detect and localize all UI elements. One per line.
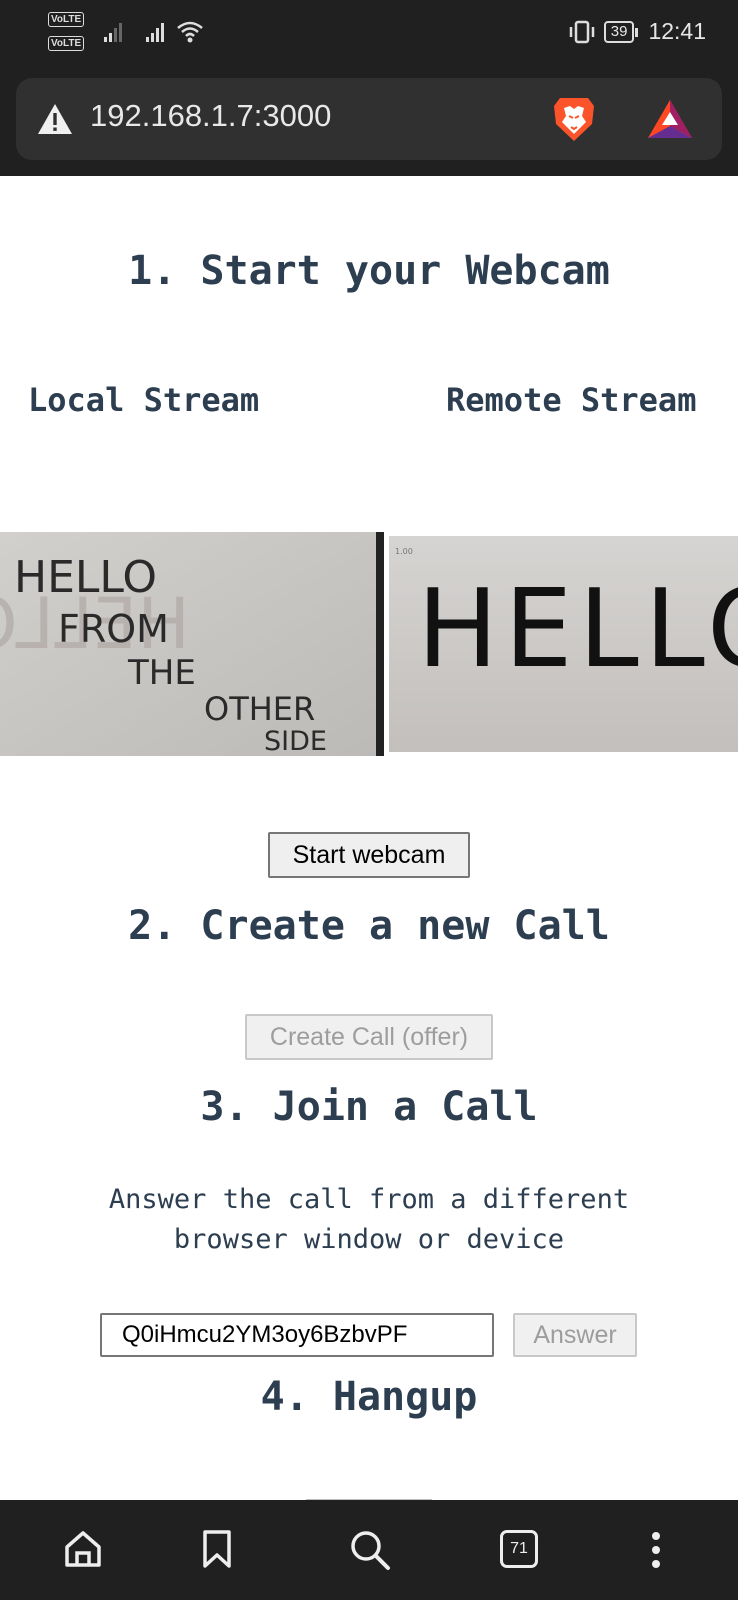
clock: 12:41: [648, 18, 706, 44]
local-text-line-2: FROM: [58, 607, 169, 651]
tab-switcher-button[interactable]: 71: [500, 1530, 538, 1568]
bookmark-icon[interactable]: [200, 1528, 234, 1570]
address-bar[interactable]: 192.168.1.7:3000: [16, 78, 722, 160]
local-text-line-1: HELLO: [14, 552, 157, 603]
heading-create-call: 2. Create a new Call: [128, 903, 610, 949]
home-icon[interactable]: [62, 1528, 104, 1570]
remote-stream-label: Remote Stream: [446, 381, 697, 419]
signal-1-icon: [104, 22, 122, 42]
vibrate-icon: [569, 20, 594, 43]
answer-button[interactable]: Answer: [513, 1313, 637, 1357]
sim2-volte-badge: VoLTE: [48, 36, 85, 51]
search-icon[interactable]: [348, 1528, 392, 1572]
local-text-line-4: OTHER: [204, 690, 315, 728]
page-content: 1. Start your Webcam Local Stream Remote…: [0, 176, 738, 1500]
bat-triangle-icon[interactable]: [646, 98, 694, 140]
wifi-icon: [177, 21, 203, 43]
battery-indicator: 39: [603, 20, 639, 43]
brave-lion-icon[interactable]: [550, 94, 598, 144]
warning-icon[interactable]: [36, 102, 74, 136]
sim1-volte-badge: VoLTE: [48, 12, 85, 27]
heading-start-webcam: 1. Start your Webcam: [128, 248, 610, 294]
join-description-line-1: Answer the call from a different: [108, 1184, 630, 1215]
local-stream-label: Local Stream: [28, 381, 260, 419]
create-call-button[interactable]: Create Call (offer): [245, 1014, 493, 1060]
url-text[interactable]: 192.168.1.7:3000: [90, 98, 331, 134]
browser-bottom-bar: 71: [0, 1500, 738, 1600]
local-video[interactable]: HELLO HELLO FROM THE OTHER SIDE: [0, 532, 384, 756]
local-text-line-3: THE: [127, 653, 196, 693]
remote-video[interactable]: 1.00 HELLO: [389, 536, 738, 752]
local-text-line-5: SIDE: [264, 726, 327, 756]
signal-2-icon: [146, 22, 164, 42]
status-bar: VoLTE VoLTE 39 12:41: [0, 0, 738, 68]
remote-video-text: HELLO: [417, 567, 738, 692]
remote-video-overlay: 1.00: [395, 547, 413, 556]
browser-toolbar: 192.168.1.7:3000: [0, 68, 738, 176]
call-id-input[interactable]: [100, 1313, 494, 1357]
start-webcam-button[interactable]: Start webcam: [268, 832, 470, 878]
heading-join-call: 3. Join a Call: [200, 1084, 538, 1130]
join-description-line-2: browser window or device: [173, 1224, 565, 1255]
heading-hangup: 4. Hangup: [260, 1374, 478, 1420]
more-vertical-icon[interactable]: [648, 1528, 664, 1572]
